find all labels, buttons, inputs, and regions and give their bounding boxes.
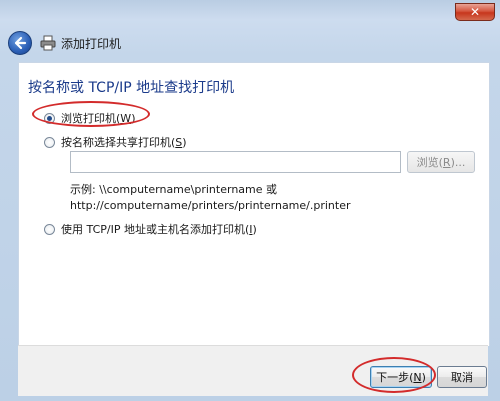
radio-button[interactable] (44, 223, 55, 235)
printer-icon (40, 35, 56, 51)
next-button[interactable]: 下一步(N) (370, 366, 432, 388)
back-arrow-icon (14, 36, 27, 50)
page-heading: 按名称或 TCP/IP 地址查找打印机 (28, 80, 235, 96)
radio-label: 按名称选择共享打印机(S) (61, 136, 187, 149)
cancel-button[interactable]: 取消 (437, 366, 487, 388)
radio-tcpip-hostname[interactable]: 使用 TCP/IP 地址或主机名添加打印机(I) (44, 221, 257, 237)
title-bar: 添加打印机 (8, 28, 492, 58)
example-line-1: 示例: \\computername\printername 或 (70, 183, 278, 196)
close-icon: ✕ (469, 5, 481, 19)
printer-path-input[interactable] (70, 151, 401, 173)
radio-browse-printer[interactable]: 浏览打印机(W) (44, 110, 135, 126)
radio-button[interactable] (44, 112, 55, 124)
radio-select-shared-printer[interactable]: 按名称选择共享打印机(S) (44, 134, 187, 150)
cancel-button-label: 取消 (451, 371, 473, 384)
browse-button-label: 浏览(R)... (416, 156, 466, 169)
next-button-label: 下一步(N) (376, 371, 426, 384)
back-button[interactable] (8, 31, 32, 55)
close-button[interactable]: ✕ (455, 3, 495, 21)
window-title: 添加打印机 (61, 36, 122, 51)
radio-label: 使用 TCP/IP 地址或主机名添加打印机(I) (61, 223, 257, 236)
browse-button[interactable]: 浏览(R)... (407, 151, 475, 173)
radio-label: 浏览打印机(W) (61, 112, 136, 125)
example-text: 示例: \\computername\printername 或 http://… (70, 182, 351, 214)
example-line-2: http://computername/printers/printername… (70, 199, 351, 212)
add-printer-window: ✕ 添加打印机 按名称或 TCP/IP 地址查找打印机 浏览打印机(W) 按名称… (0, 0, 500, 401)
radio-button[interactable] (44, 136, 55, 148)
